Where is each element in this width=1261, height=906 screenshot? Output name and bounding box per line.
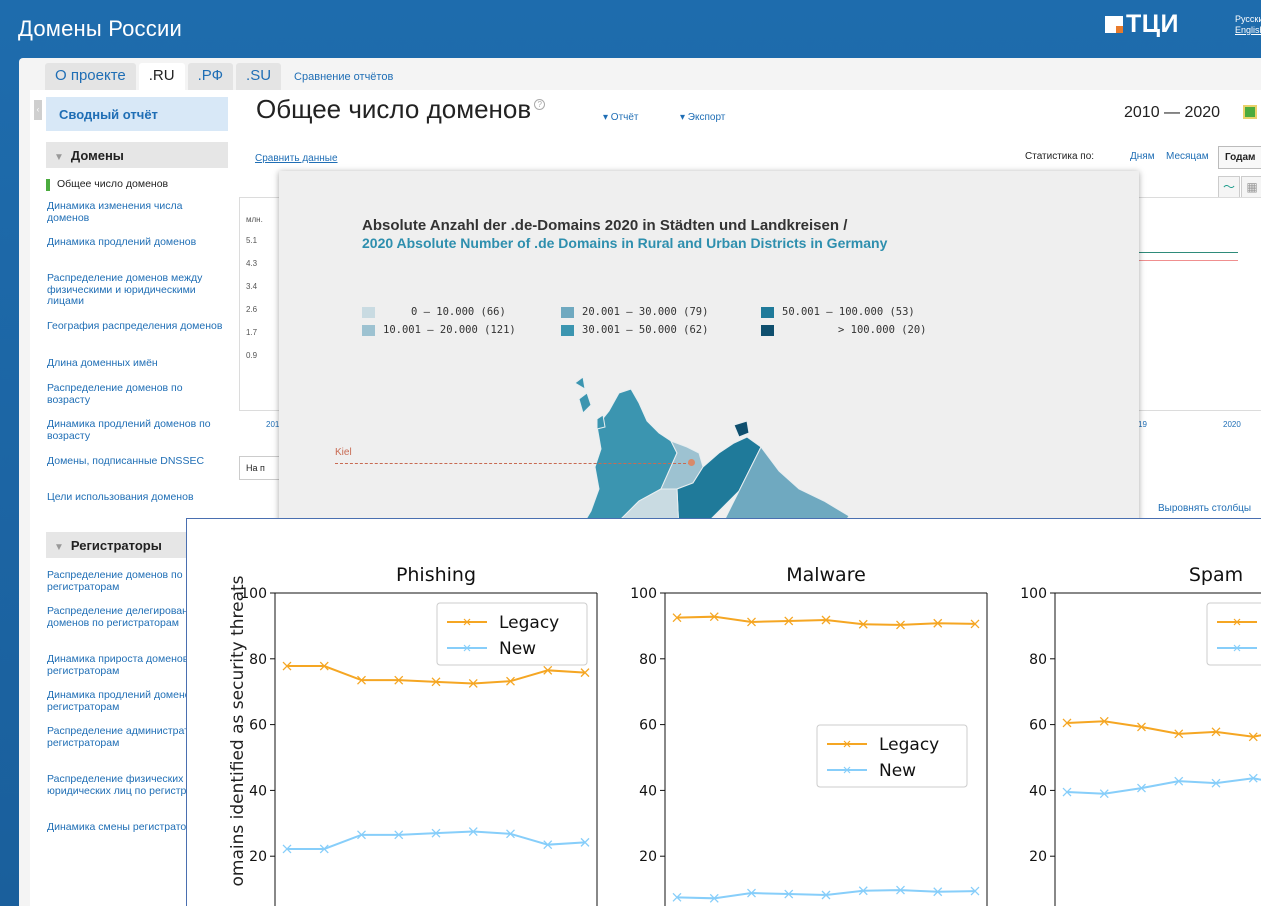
language-switcher: Русский English — [1235, 14, 1261, 36]
report-menu[interactable]: ▾ Отчёт — [603, 112, 639, 123]
series-line-new — [1066, 777, 1261, 795]
collapse-triangle-icon: ▼ — [54, 542, 64, 553]
x-tick: 2020 — [1223, 420, 1241, 429]
sidebar-summary-report[interactable]: Сводный отчёт — [46, 97, 228, 131]
align-columns-link[interactable]: Выровнять столбцы — [1158, 503, 1251, 514]
chart-unit-label: млн. — [246, 215, 263, 224]
sidebar-item-renewals-by-age[interactable]: Динамика продлений доменов по возрасту — [47, 418, 227, 442]
y-tick-label: 80 — [249, 652, 267, 668]
tab-su[interactable]: .SU — [236, 63, 282, 90]
sidebar-collapse-button[interactable]: ‹ — [34, 100, 42, 120]
germany-map-image: Absolute Anzahl der .de-Domains 2020 in … — [279, 171, 1139, 531]
y-tick: 0.9 — [246, 351, 258, 360]
y-tick: 2.6 — [246, 305, 258, 314]
section-label: Регистраторы — [70, 538, 162, 553]
sidebar-item-person-legal[interactable]: Распределение доменов между физическими … — [47, 272, 227, 308]
export-menu[interactable]: ▾ Экспорт — [680, 112, 725, 123]
x-tick: 19 — [1138, 420, 1147, 429]
y-tick-label: 80 — [639, 652, 657, 668]
tab-compare-reports[interactable]: Сравнение отчётов — [284, 63, 403, 90]
sidebar-item-dnssec[interactable]: Домены, подписанные DNSSEC — [47, 455, 227, 468]
lang-en-link[interactable]: English — [1235, 25, 1261, 36]
y-tick-label: 20 — [1029, 849, 1047, 865]
y-axis-label: omains identified as security threats — [228, 575, 248, 886]
y-tick-label: 100 — [240, 586, 267, 602]
sidebar-item-geography[interactable]: География распределения доменов — [47, 320, 227, 333]
chart-title: Spam — [1189, 564, 1243, 586]
series-line-legacy — [287, 665, 586, 685]
y-tick: 1.7 — [246, 328, 258, 337]
y-tick-label: 20 — [249, 849, 267, 865]
sidebar-item-domain-dynamics[interactable]: Динамика изменения числа доменов — [47, 200, 227, 224]
table-view-icon[interactable]: ▦ — [1241, 176, 1261, 198]
logo-text: ТЦИ — [1126, 9, 1180, 38]
city-marker-kiel — [688, 459, 695, 466]
y-tick-label: 60 — [1029, 718, 1047, 734]
legend-label: New — [879, 761, 916, 781]
y-tick-label: 100 — [630, 586, 657, 602]
report-tabs: О проекте .RU .РФ .SU Сравнение отчётов — [45, 63, 406, 90]
sidebar-item-name-length[interactable]: Длина доменных имён — [47, 357, 227, 370]
map-region-small-east — [733, 420, 750, 438]
y-tick-label: 40 — [639, 783, 657, 799]
city-pointer-line — [335, 463, 691, 464]
y-tick-label: 40 — [1029, 783, 1047, 799]
chart-title: Malware — [786, 564, 866, 586]
x-tick: 201 — [266, 420, 280, 429]
y-tick-label: 100 — [1020, 586, 1047, 602]
stats-years-button[interactable]: Годам — [1218, 146, 1261, 169]
y-tick: 3.4 — [246, 282, 258, 291]
tab-rf[interactable]: .РФ — [187, 63, 234, 90]
city-label-kiel: Kiel — [335, 447, 352, 458]
y-tick-label: 60 — [249, 718, 267, 734]
page-title: Общее число доменов? — [256, 94, 546, 125]
y-tick-label: 20 — [639, 849, 657, 865]
sidebar-item-by-age[interactable]: Распределение доменов по возрасту — [47, 382, 227, 406]
security-threats-figure: omains identified as security threats Phi… — [186, 518, 1261, 906]
map-region-island — [574, 376, 606, 430]
lang-ru-link[interactable]: Русский — [1235, 14, 1261, 25]
calendar-icon[interactable] — [1243, 105, 1257, 119]
series-line-legacy — [1066, 720, 1261, 738]
secondary-series-line — [1138, 260, 1238, 261]
sidebar-item-usage-goals[interactable]: Цели использования доменов — [47, 491, 227, 504]
y-tick: 4.3 — [246, 259, 258, 268]
site-title[interactable]: Домены России — [18, 16, 182, 42]
chart-title: Phishing — [396, 564, 476, 586]
stats-months-link[interactable]: Месяцам — [1166, 151, 1209, 162]
y-tick-label: 80 — [1029, 652, 1047, 668]
y-tick-label: 40 — [249, 783, 267, 799]
y-tick-label: 60 — [639, 718, 657, 734]
total-series-line — [1138, 252, 1238, 253]
series-line-new — [287, 830, 586, 850]
line-view-icon[interactable]: ～ — [1218, 176, 1240, 198]
section-label: Домены — [70, 148, 124, 163]
help-icon[interactable]: ? — [534, 99, 546, 110]
compare-data-link[interactable]: Сравнить данные — [255, 153, 338, 164]
tab-ru[interactable]: .RU — [138, 63, 185, 90]
sidebar-section-domains[interactable]: ▼ Домены — [46, 142, 228, 168]
stats-by-label: Статистика по: — [1025, 151, 1095, 162]
legend-label: Legacy — [879, 735, 939, 755]
sidebar-item-total-domains[interactable]: Общее число доменов — [46, 178, 226, 191]
logo-mark-icon — [1105, 15, 1123, 33]
page-title-text: Общее число доменов — [256, 94, 532, 124]
date-range[interactable]: 2010 — 2020 — [1124, 104, 1220, 122]
tci-logo[interactable]: ТЦИ — [1105, 9, 1180, 38]
legend-box — [1206, 602, 1261, 666]
collapse-triangle-icon: ▼ — [54, 152, 64, 163]
y-tick: 5.1 — [246, 236, 258, 245]
sidebar-item-renewal-dynamics[interactable]: Динамика продлений доменов — [47, 236, 227, 249]
tab-about[interactable]: О проекте — [45, 63, 136, 90]
stats-days-link[interactable]: Дням — [1130, 151, 1155, 162]
security-charts-svg: omains identified as security threats Phi… — [228, 564, 1261, 906]
legend-label: New — [499, 639, 536, 659]
germany-districts-map — [574, 376, 850, 531]
legend-label: Legacy — [499, 613, 559, 633]
